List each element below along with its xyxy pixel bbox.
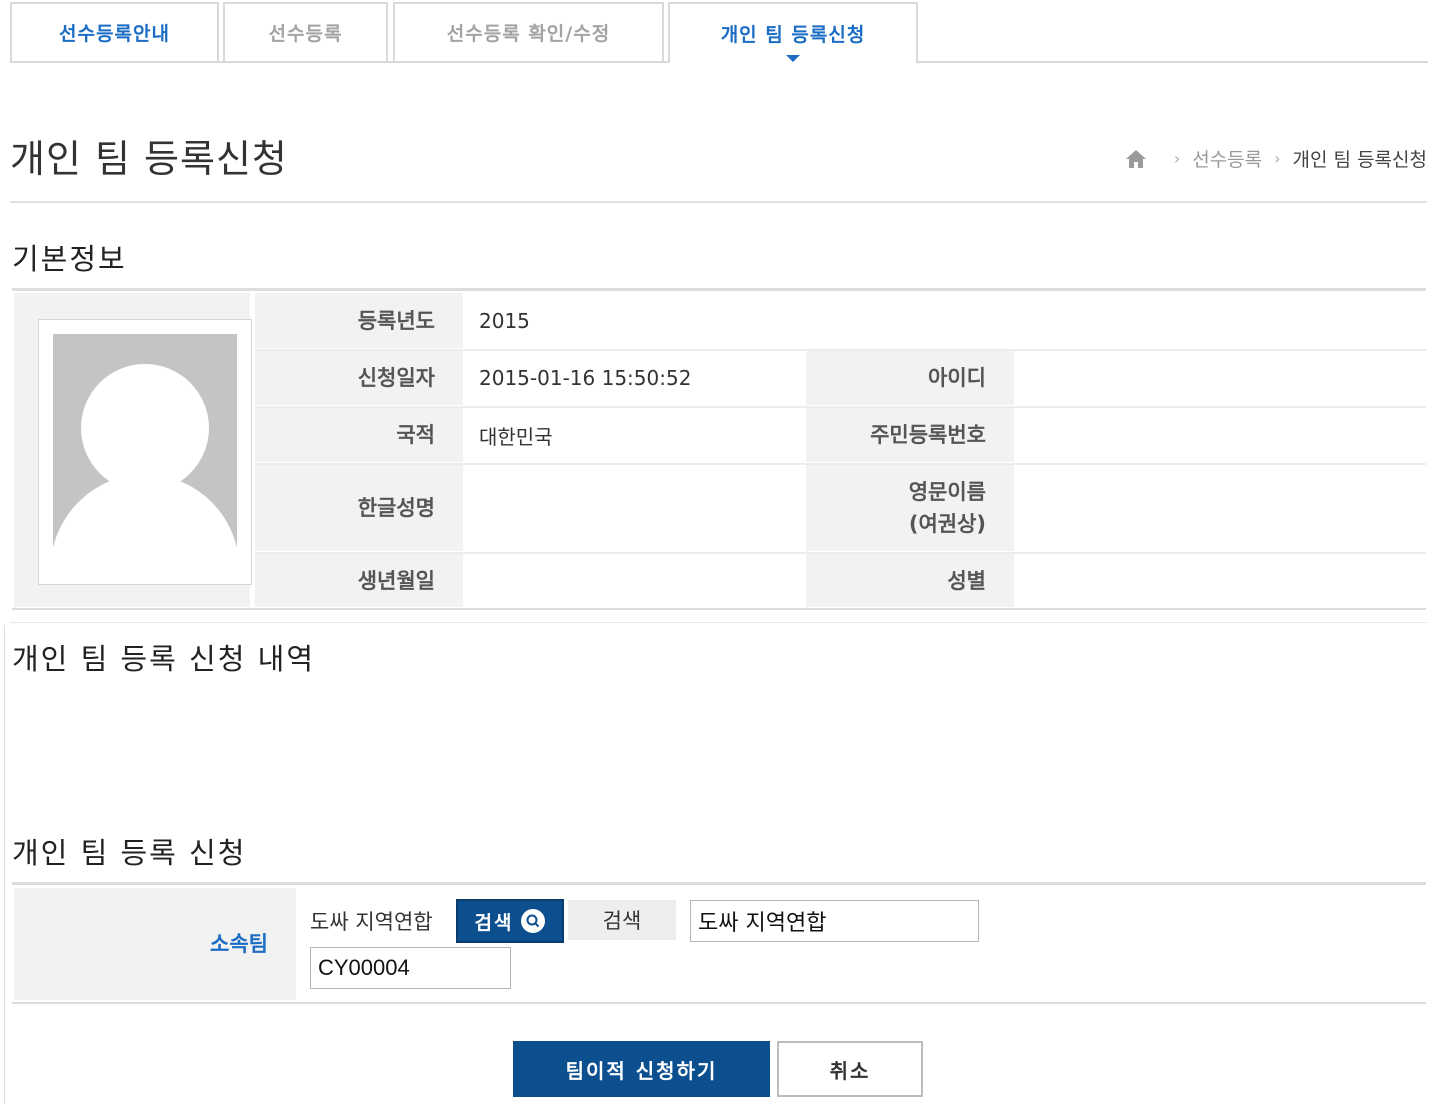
team-search-button[interactable]: 검색 [456,899,564,943]
label-nationality: 국적 [255,408,463,462]
current-team-name: 도싸 지역연합 [310,910,433,934]
search-icon [521,909,546,933]
team-code-input[interactable]: CY00004 [310,947,511,989]
team-name-input[interactable]: 도싸 지역연합 [690,900,979,942]
tab-registration[interactable]: 선수등록 [223,2,388,63]
value-nationality: 대한민국 [479,424,553,449]
section-divider [10,622,1427,623]
submit-transfer-button[interactable]: 팀이적 신청하기 [513,1041,770,1097]
value-gender [1016,554,1425,607]
cancel-button[interactable]: 취소 [777,1041,923,1097]
home-icon[interactable] [1124,148,1148,170]
apply-form: 소속팀 도싸 지역연합 검색 검색 도싸 지역연합 CY00004 [12,882,1426,1006]
label-birth-date: 생년월일 [255,554,463,607]
value-birth-date [465,554,803,607]
value-application-date: 2015-01-16 15:50:52 [479,366,692,390]
breadcrumb: › 선수등록 › 개인 팀 등록신청 [1124,145,1427,172]
table-top-border [12,288,1426,291]
tab-individual-team[interactable]: 개인 팀 등록신청 [668,2,918,64]
section-title-basic: 기본정보 [12,242,127,276]
label-gender: 성별 [806,554,1014,607]
active-tab-caret-icon [786,55,800,62]
photo-cell [14,293,252,607]
page-title: 개인 팀 등록신청 [10,137,288,181]
tab-bar: 선수등록안내 선수등록 선수등록 확인/수정 개인 팀 등록신청 [10,2,1428,64]
label-application-date: 신청일자 [255,351,463,405]
label-user-id: 아이디 [806,351,1014,405]
title-divider [10,201,1427,203]
value-user-id [1016,351,1425,405]
form-bottom-border [12,1002,1426,1004]
tab-registration-check[interactable]: 선수등록 확인/수정 [393,2,664,63]
label-english-name-line2: (여권상) [908,512,986,536]
label-team: 소속팀 [14,888,296,1000]
search-label: 검색 [568,900,676,940]
breadcrumb-separator-icon: › [1173,149,1181,168]
tab-registration-guide[interactable]: 선수등록안내 [10,2,219,63]
breadcrumb-separator-icon: › [1274,149,1281,168]
label-korean-name: 한글성명 [255,465,463,551]
value-resident-number [1016,408,1425,462]
value-registration-year: 2015 [479,308,530,333]
value-english-name [1016,465,1425,551]
label-english-name-line1: 영문이름 [908,480,986,504]
table-bottom-border [12,608,1426,610]
basic-info-table: 등록년도 2015 신청일자 2015-01-16 15:50:52 아이디 국… [12,288,1426,610]
label-resident-number: 주민등록번호 [806,408,1014,462]
form-top-border [12,882,1426,885]
section-title-apply: 개인 팀 등록 신청 [12,836,247,870]
breadcrumb-item[interactable]: 선수등록 [1192,145,1262,172]
profile-photo [38,319,252,585]
label-registration-year: 등록년도 [255,293,463,348]
value-korean-name [465,465,803,551]
search-button-label: 검색 [474,911,514,934]
breadcrumb-current: 개인 팀 등록신청 [1292,149,1427,171]
section-title-history: 개인 팀 등록 신청 내역 [12,642,315,676]
label-english-name: 영문이름 (여권상) [806,465,1014,551]
avatar-placeholder-icon [53,334,237,570]
left-border [4,625,5,1104]
